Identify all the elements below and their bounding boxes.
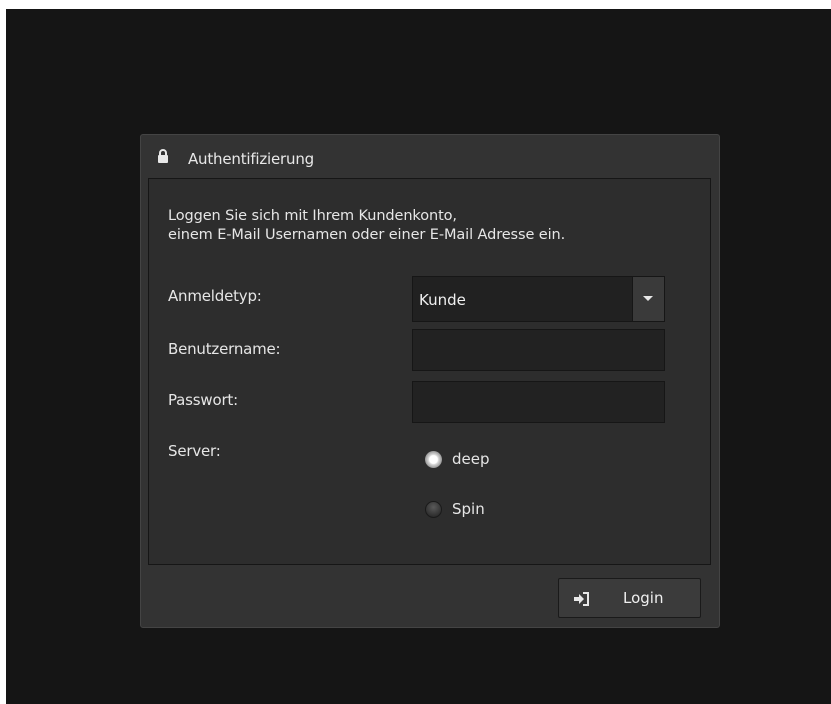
server-label: Server:: [168, 442, 221, 460]
username-label: Benutzername:: [168, 340, 281, 358]
app-background: Authentifizierung Loggen Sie sich mit Ih…: [6, 9, 831, 704]
authentication-dialog: Authentifizierung Loggen Sie sich mit Ih…: [140, 134, 720, 628]
dropdown-button[interactable]: [632, 277, 664, 321]
radio-button-selected[interactable]: [425, 450, 442, 468]
radio-button-unselected[interactable]: [425, 500, 442, 518]
server-option-label: Spin: [452, 500, 485, 518]
lock-icon: [157, 148, 169, 163]
server-option-label: deep: [452, 450, 490, 468]
login-label: Login: [623, 589, 664, 607]
username-input[interactable]: [412, 329, 665, 371]
dialog-content: Loggen Sie sich mit Ihrem Kundenkonto, e…: [148, 178, 711, 565]
caret-down-icon: [643, 296, 653, 301]
login-type-value: Kunde: [419, 291, 466, 309]
dialog-title: Authentifizierung: [188, 150, 314, 168]
server-option-spin[interactable]: Spin: [425, 500, 485, 518]
sign-in-icon: [574, 591, 590, 610]
login-type-select[interactable]: Kunde: [412, 276, 665, 322]
intro-line-1: Loggen Sie sich mit Ihrem Kundenkonto,: [168, 208, 457, 224]
intro-text: Loggen Sie sich mit Ihrem Kundenkonto, e…: [168, 207, 565, 245]
login-button[interactable]: Login: [558, 578, 701, 618]
password-label: Passwort:: [168, 391, 238, 409]
login-type-label: Anmeldetyp:: [168, 287, 262, 305]
server-option-deep[interactable]: deep: [425, 450, 490, 468]
intro-line-2: einem E-Mail Usernamen oder einer E-Mail…: [168, 227, 566, 243]
dialog-titlebar: Authentifizierung: [141, 135, 719, 177]
password-input[interactable]: [412, 381, 665, 423]
